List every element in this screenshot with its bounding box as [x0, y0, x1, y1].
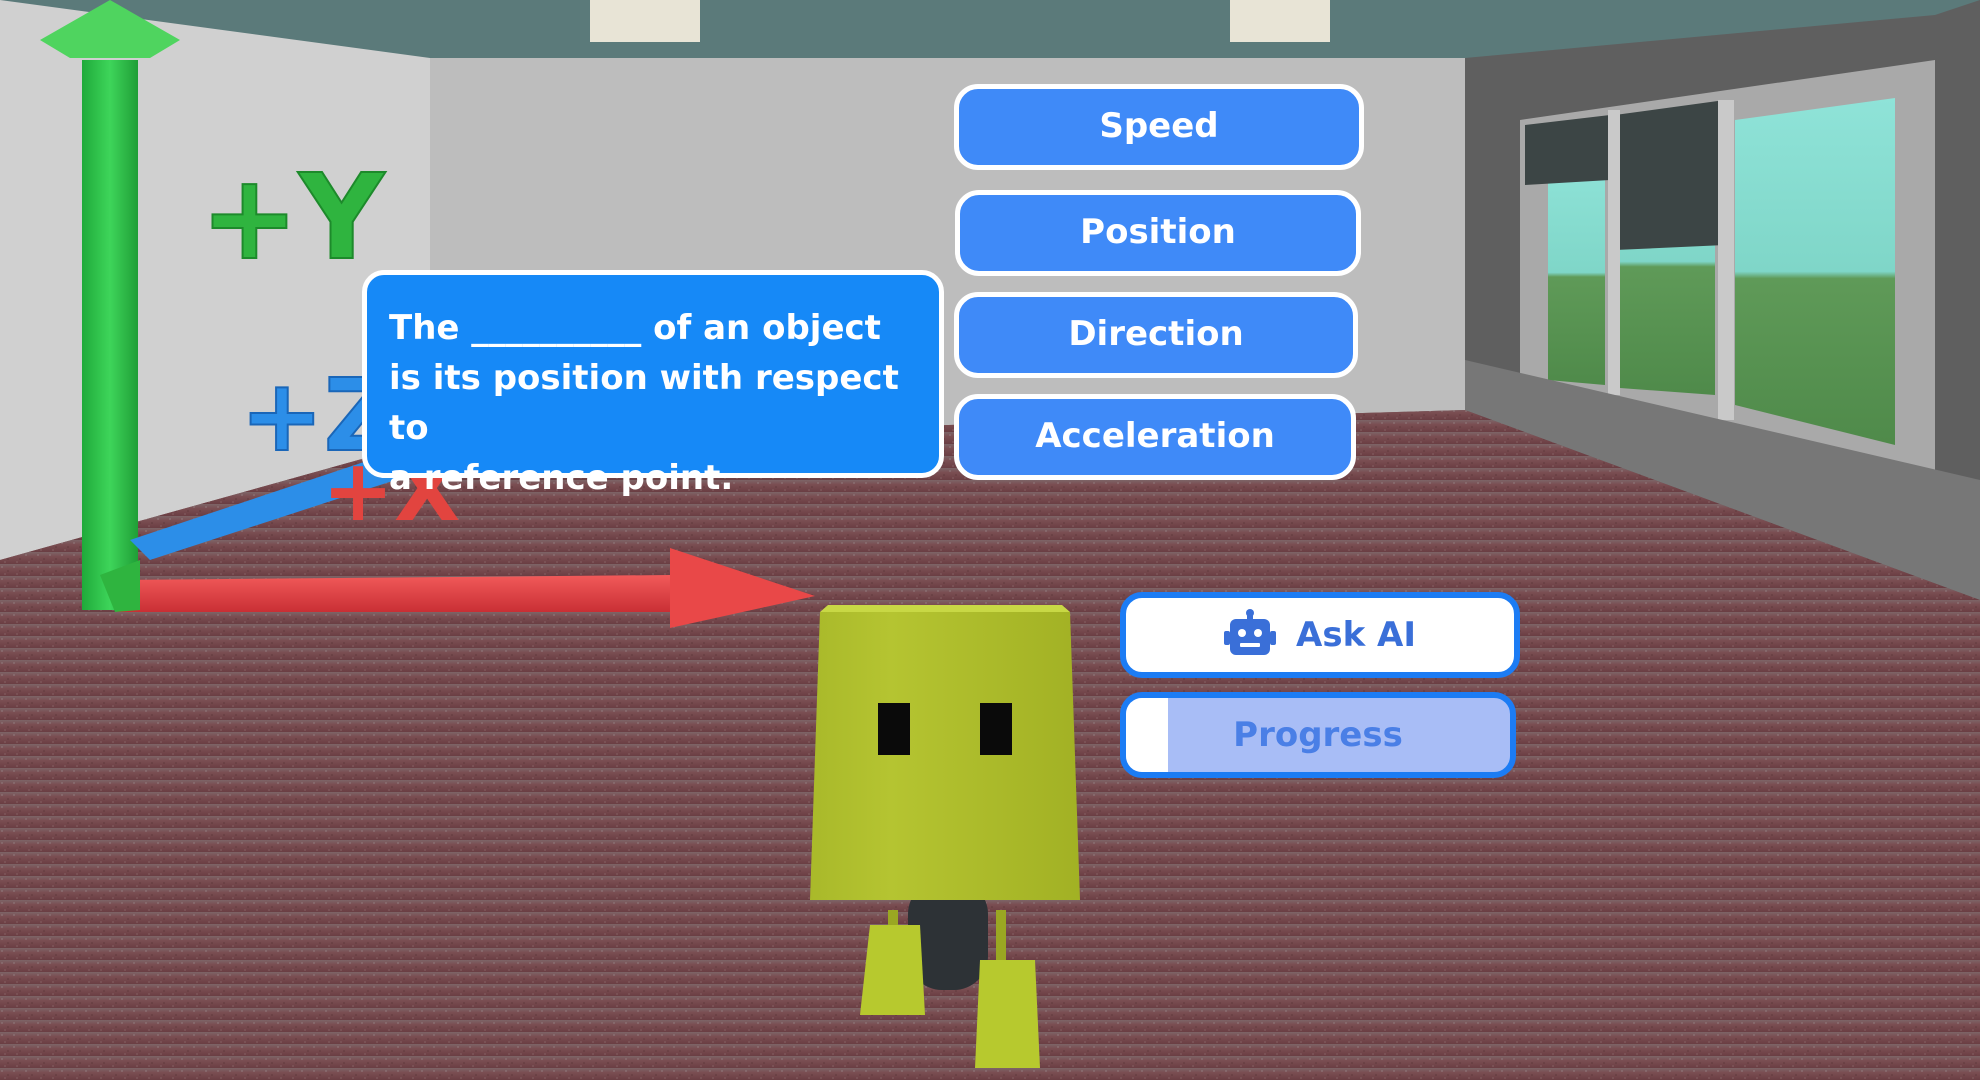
robot-icon — [1224, 609, 1277, 655]
axis-label-y: +Y — [200, 148, 386, 286]
answer-option-speed[interactable]: Speed — [954, 84, 1364, 170]
ask-ai-label: Ask AI — [1296, 615, 1416, 655]
answer-option-position[interactable]: Position — [955, 190, 1361, 276]
game-viewport[interactable]: +Y +Z +X The __________ of an object is … — [0, 0, 1980, 1080]
progress-label: Progress — [1233, 715, 1403, 755]
answer-option-direction[interactable]: Direction — [954, 292, 1358, 378]
ask-ai-button[interactable]: Ask AI — [1120, 592, 1520, 678]
question-bubble: The __________ of an object is its posit… — [362, 270, 944, 498]
answer-option-acceleration[interactable]: Acceleration — [954, 394, 1356, 480]
progress-button[interactable]: Progress — [1120, 692, 1516, 778]
question-text: The __________ of an object is its posit… — [389, 308, 899, 498]
